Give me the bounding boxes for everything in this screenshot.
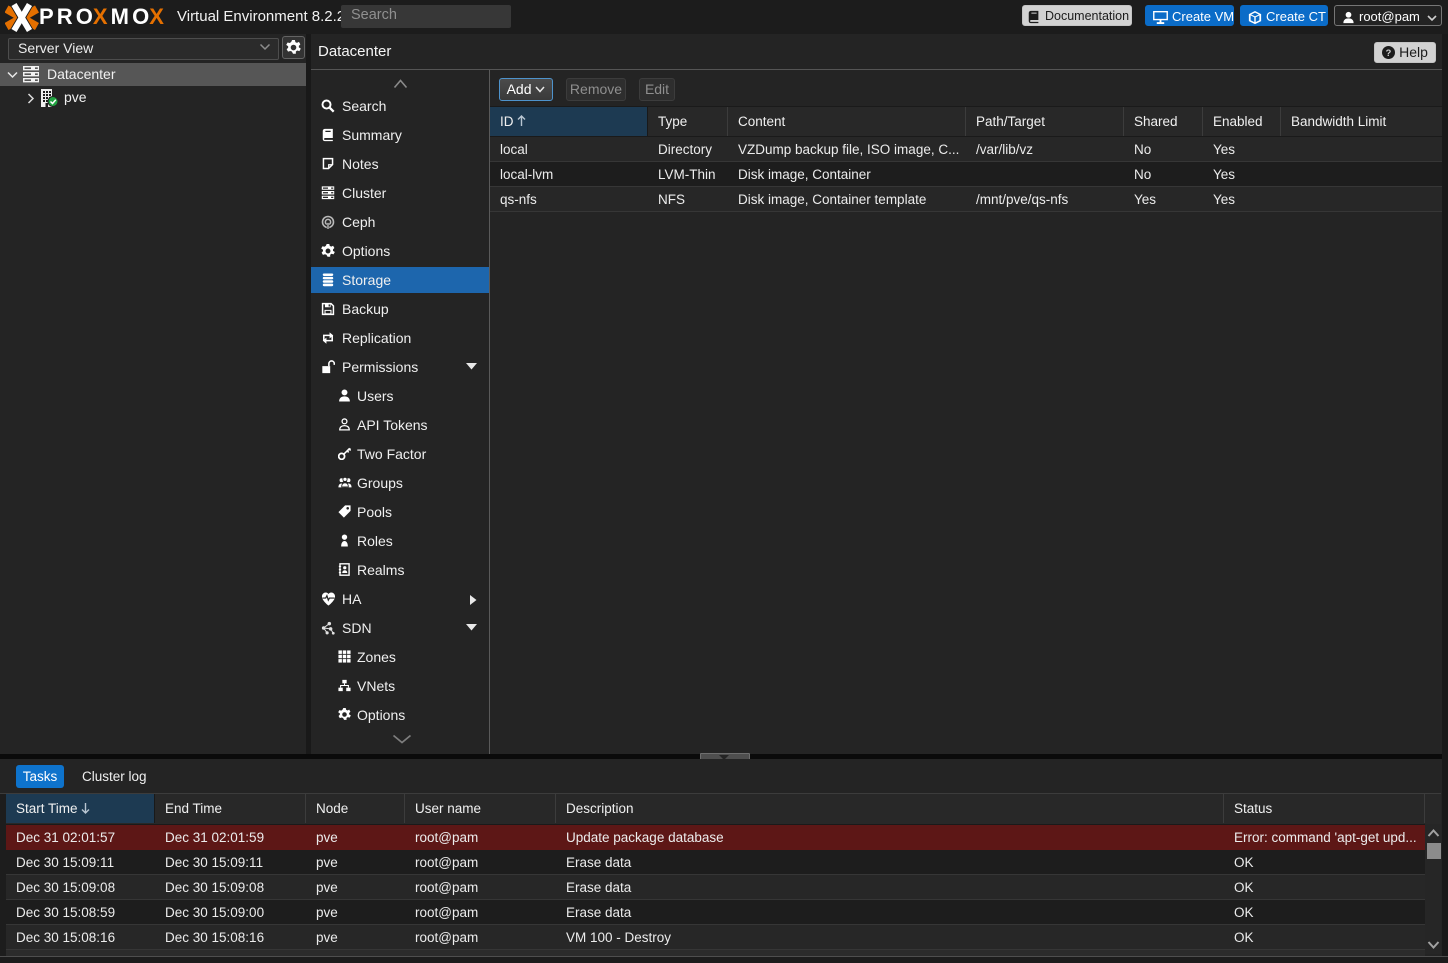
- svg-text:?: ?: [1386, 48, 1392, 58]
